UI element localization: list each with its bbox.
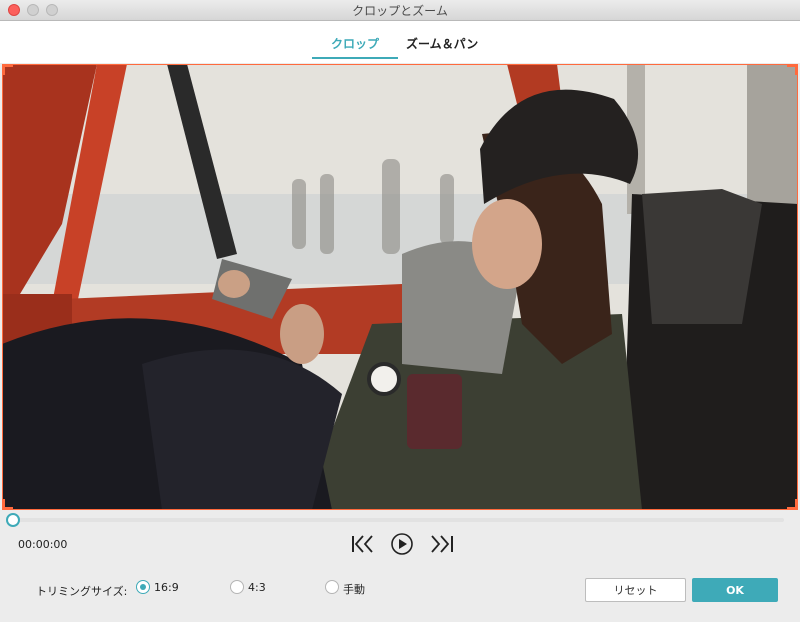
crop-handle-top-left[interactable] [2, 64, 13, 75]
video-preview[interactable] [2, 64, 798, 510]
radio-unselected-icon [230, 580, 244, 594]
playhead-handle[interactable] [6, 513, 20, 527]
skip-to-end-button[interactable] [430, 532, 456, 556]
play-icon [391, 533, 413, 555]
tab-zoom-pan[interactable]: ズーム＆パン [406, 35, 478, 52]
video-frame [2, 64, 798, 510]
crop-handle-bottom-left[interactable] [2, 499, 13, 510]
reset-button[interactable]: リセット [585, 578, 686, 602]
play-button[interactable] [390, 532, 416, 556]
crop-handle-top-right[interactable] [787, 64, 798, 75]
window-title: クロップとズーム [352, 4, 448, 18]
trim-option-label: 手動 [343, 583, 365, 596]
trim-size-label: トリミングサイズ: [36, 585, 128, 598]
current-time: 00:00:00 [18, 538, 68, 551]
ok-button[interactable]: OK [692, 578, 778, 602]
radio-unselected-icon [325, 580, 339, 594]
timeline-slider[interactable] [6, 513, 784, 527]
radio-selected-icon [136, 580, 150, 594]
skip-to-start-button[interactable] [350, 532, 376, 556]
title-bar: クロップとズーム [0, 0, 800, 21]
trim-option-label: 16:9 [154, 581, 179, 594]
skip-to-end-icon [431, 535, 453, 553]
tab-crop[interactable]: クロップ [312, 35, 398, 59]
trim-option-label: 4:3 [248, 581, 266, 594]
skip-to-start-icon [352, 535, 373, 553]
tab-bar: クロップ ズーム＆パン [0, 21, 800, 63]
crop-handle-bottom-right[interactable] [787, 499, 798, 510]
